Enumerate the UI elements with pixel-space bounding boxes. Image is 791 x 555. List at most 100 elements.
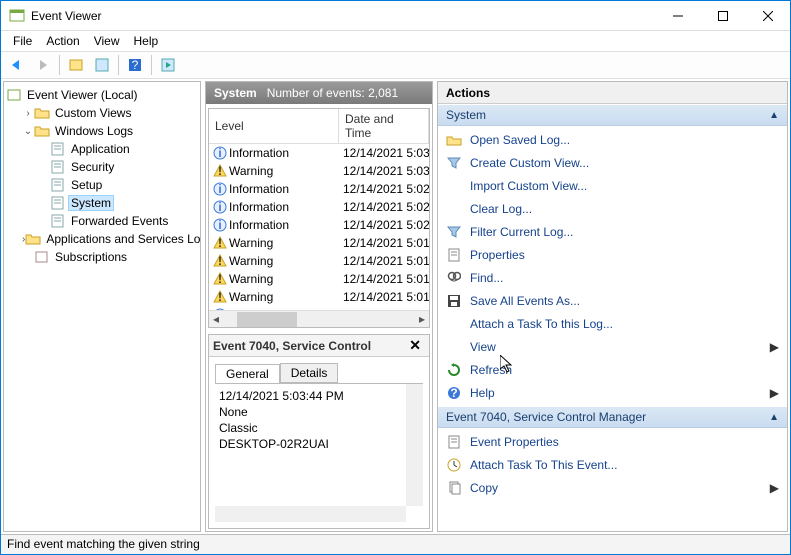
event-row[interactable]: iInformation12/14/2021 5:02:30 [209, 198, 429, 216]
event-row[interactable]: iInformation12/14/2021 5:02:30 [209, 216, 429, 234]
action-item[interactable]: Attach a Task To this Log... [438, 312, 787, 335]
toolbar-icon-3[interactable] [156, 54, 180, 76]
log-icon [50, 213, 66, 229]
action-section-header[interactable]: System▲ [438, 104, 787, 126]
app-icon [9, 8, 25, 24]
forward-button[interactable] [31, 54, 55, 76]
action-item[interactable]: Find... [438, 266, 787, 289]
event-level: Information [229, 182, 289, 196]
action-item[interactable]: Open Saved Log... [438, 128, 787, 151]
expand-icon[interactable]: ⌄ [22, 126, 34, 137]
tree-item[interactable]: ⌄ Windows Logs [6, 122, 198, 140]
svg-text:!: ! [218, 164, 222, 178]
event-row[interactable]: iInformation12/14/2021 5:03:44 [209, 144, 429, 162]
maximize-button[interactable] [700, 1, 745, 30]
event-row[interactable]: !Warning12/14/2021 5:01:21 [209, 234, 429, 252]
tree-item[interactable]: Subscriptions [6, 248, 198, 266]
tree-item[interactable]: ›Applications and Services Lo [6, 230, 198, 248]
event-datetime: 12/14/2021 5:02:30 [339, 182, 429, 196]
props-icon [446, 434, 462, 450]
svg-text:!: ! [218, 272, 222, 286]
action-item[interactable]: Properties [438, 243, 787, 266]
action-item[interactable]: View▶ [438, 335, 787, 358]
toolbar-icon-2[interactable] [90, 54, 114, 76]
action-item[interactable]: Attach Task To This Event... [438, 453, 787, 476]
collapse-icon[interactable]: ▲ [769, 412, 779, 423]
svg-text:!: ! [218, 236, 222, 250]
action-section-title: Event 7040, Service Control Manager [446, 410, 769, 424]
tab-details[interactable]: Details [280, 363, 339, 383]
action-item-label: Attach a Task To this Log... [470, 317, 613, 331]
action-item[interactable]: Filter Current Log... [438, 220, 787, 243]
event-table-header[interactable]: Level Date and Time [209, 109, 429, 144]
event-row[interactable]: !Warning12/14/2021 5:01:19 [209, 288, 429, 306]
menu-file[interactable]: File [7, 32, 38, 50]
tab-general[interactable]: General [215, 364, 280, 384]
blank-icon [446, 339, 462, 355]
event-datetime: 12/14/2021 5:02:30 [339, 218, 429, 232]
action-section-title: System [446, 108, 769, 122]
detail-v-scrollbar[interactable] [406, 384, 423, 506]
action-section-header[interactable]: Event 7040, Service Control Manager▲ [438, 406, 787, 428]
toolbar: ? [1, 51, 790, 79]
event-row[interactable]: !Warning12/14/2021 5:01:19 [209, 270, 429, 288]
window-title: Event Viewer [31, 9, 655, 23]
tree-item[interactable]: Security [6, 158, 198, 176]
event-row[interactable]: !Warning12/14/2021 5:01:19 [209, 252, 429, 270]
event-row[interactable]: ! Warning 12/14/2021 5:03:20 [209, 162, 429, 180]
log-icon [50, 141, 66, 157]
action-item-label: Help [470, 386, 495, 400]
log-icon [50, 159, 66, 175]
h-scrollbar[interactable]: ◂▸ [209, 310, 429, 327]
action-item[interactable]: Refresh [438, 358, 787, 381]
tree-item[interactable]: ›Custom Views [6, 104, 198, 122]
tree-item-label: Security [68, 159, 117, 175]
blank-icon [446, 201, 462, 217]
folder-icon [25, 231, 41, 247]
tree-item-label: Windows Logs [52, 123, 136, 139]
col-level[interactable]: Level [209, 109, 339, 143]
svg-text:i: i [218, 146, 221, 160]
tree-item[interactable]: Application [6, 140, 198, 158]
action-item-label: Create Custom View... [470, 156, 589, 170]
expand-icon[interactable]: › [22, 108, 34, 119]
event-level: Information [229, 146, 289, 160]
col-datetime[interactable]: Date and Time [339, 109, 429, 143]
info-icon: i [213, 218, 227, 232]
menu-help[interactable]: Help [128, 32, 165, 50]
tree-root[interactable]: Event Viewer (Local) [6, 86, 198, 104]
event-datetime: 12/14/2021 5:01:19 [339, 254, 429, 268]
event-table-body[interactable]: iInformation12/14/2021 5:03:44!Warning12… [209, 144, 429, 310]
warn-icon: ! [213, 236, 227, 250]
action-item[interactable]: Save All Events As... [438, 289, 787, 312]
action-item[interactable]: Import Custom View... [438, 174, 787, 197]
action-item[interactable]: Copy▶ [438, 476, 787, 499]
tree-item[interactable]: Forwarded Events [6, 212, 198, 230]
toolbar-help-icon[interactable]: ? [123, 54, 147, 76]
event-level: Warning [229, 164, 273, 178]
action-item[interactable]: Clear Log... [438, 197, 787, 220]
tree-item[interactable]: System [6, 194, 198, 212]
detail-close-icon[interactable]: ✕ [405, 337, 425, 354]
close-button[interactable] [745, 1, 790, 30]
blank-icon [446, 178, 462, 194]
event-row[interactable]: iInformation12/14/2021 5:02:30 [209, 180, 429, 198]
log-icon [50, 177, 66, 193]
collapse-icon[interactable]: ▲ [769, 110, 779, 121]
actions-pane: Actions System▲Open Saved Log...Create C… [437, 81, 788, 532]
action-item[interactable]: Event Properties [438, 430, 787, 453]
detail-h-scrollbar[interactable] [215, 506, 406, 522]
back-button[interactable] [5, 54, 29, 76]
menu-view[interactable]: View [88, 32, 126, 50]
help-icon: ? [446, 385, 462, 401]
chevron-right-icon: ▶ [770, 340, 779, 354]
action-item-label: Import Custom View... [470, 179, 587, 193]
action-item[interactable]: ?Help▶ [438, 381, 787, 404]
tree-item[interactable]: Setup [6, 176, 198, 194]
svg-text:?: ? [132, 58, 139, 72]
menu-action[interactable]: Action [40, 32, 85, 50]
event-datetime: 12/14/2021 5:03:20 [339, 164, 429, 178]
minimize-button[interactable] [655, 1, 700, 30]
action-item[interactable]: Create Custom View... [438, 151, 787, 174]
toolbar-icon-1[interactable] [64, 54, 88, 76]
